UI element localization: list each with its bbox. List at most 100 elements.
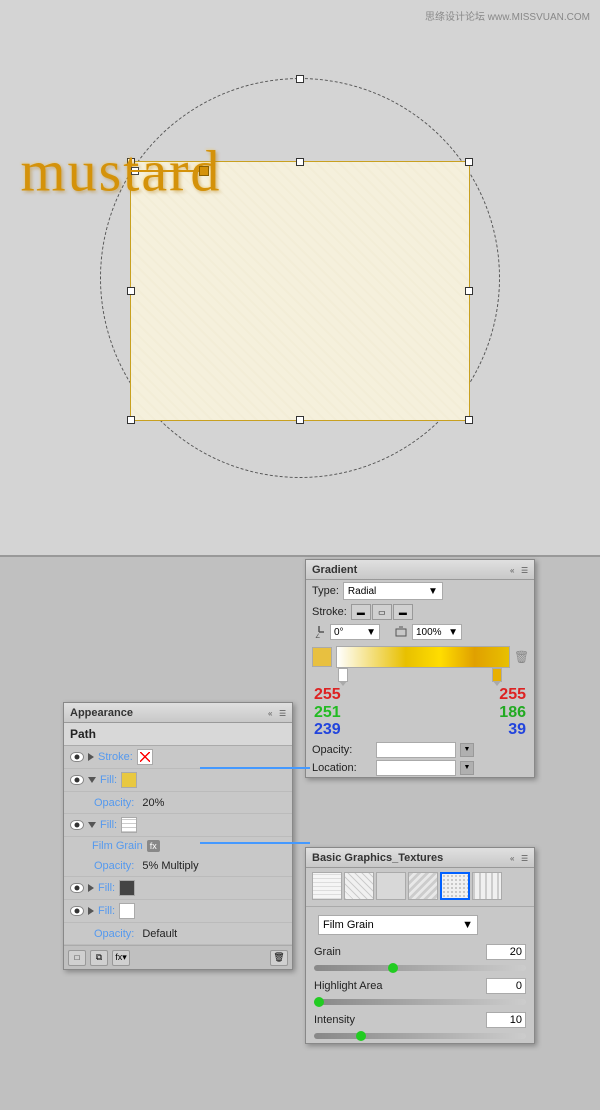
fill4-swatch[interactable] [119,903,135,919]
texture-thumb-3[interactable] [376,872,406,900]
intensity-slider-row[interactable] [306,1031,534,1043]
gradient-preview-bar[interactable] [336,646,510,668]
highlight-slider-row[interactable] [306,997,534,1009]
gradient-location-dd[interactable]: ▼ [460,761,474,775]
highlight-slider-track[interactable] [314,999,526,1005]
intensity-value[interactable]: 10 [486,1012,526,1028]
highlight-value[interactable]: 0 [486,978,526,994]
ext-handle[interactable] [199,166,209,176]
trash-icon[interactable]: 🗑 [514,650,528,664]
footer-duplicate-btn[interactable]: ⧉ [90,950,108,966]
gradient-swatch-small[interactable] [312,647,332,667]
gradient-angle-value: 0° [334,627,344,638]
grain-slider-thumb[interactable] [388,963,398,973]
textures-title: Basic Graphics_Textures [312,852,443,864]
appearance-fill4-row: Fill: [64,900,292,923]
filmgrain-dropdown[interactable]: Film Grain ▼ [318,915,478,935]
fill2-eye[interactable] [70,820,84,830]
gradient-scale-value: 100% [416,627,442,638]
gradient-scale-input[interactable]: 100% ▼ [412,624,462,640]
appearance-opacity3-row: Opacity: Default [64,923,292,945]
handle-top-center[interactable] [296,158,304,166]
fill4-arrow[interactable] [88,907,94,915]
gradient-right-rgb: 255 186 39 [499,686,526,739]
stroke-btn-3[interactable]: ▬ [393,604,413,620]
gradient-menu-btn[interactable]: ☰ [521,566,528,573]
opacity2-label: Opacity: [94,860,134,872]
gradient-angle-row: ∠ 0° ▼ 100% ▼ [306,622,534,642]
fill2-arrow[interactable] [88,822,96,828]
gradient-angle-input[interactable]: 0° ▼ [330,624,380,640]
gradient-opacity-row: Opacity: ▼ [306,741,534,759]
appearance-opacity1-row: Opacity: 20% [64,792,292,814]
texture-thumb-1[interactable] [312,872,342,900]
gradient-opacity-dd[interactable]: ▼ [460,743,474,757]
appearance-collapse-btn[interactable]: « [268,709,275,716]
fill1-label: Fill: [100,774,117,786]
stroke-swatch[interactable] [137,749,153,765]
handle-middle-right[interactable] [465,287,473,295]
fill2-swatch[interactable] [121,817,137,833]
grain-slider-track[interactable] [314,965,526,971]
texture-thumb-6[interactable] [472,872,502,900]
textures-menu-btn[interactable]: ☰ [521,854,528,861]
gradient-collapse-btn[interactable]: « [510,566,517,573]
gradient-stop-right[interactable] [492,668,502,682]
stroke-btn-2[interactable]: ▭ [372,604,392,620]
footer-new-layer-btn[interactable]: □ [68,950,86,966]
texture-thumb-4[interactable] [408,872,438,900]
footer-delete-btn[interactable]: 🗑 [270,950,288,966]
appearance-stroke-row: Stroke: [64,746,292,769]
grain-value[interactable]: 20 [486,944,526,960]
circle-handle-top[interactable] [296,75,304,83]
texture-thumbnails [306,868,534,904]
handle-top-right[interactable] [465,158,473,166]
texture-thumb-5[interactable] [440,872,470,900]
textures-collapse-btn[interactable]: « [510,854,517,861]
fill4-eye[interactable] [70,906,84,916]
gradient-stop-left[interactable] [338,668,348,682]
handle-bottom-center[interactable] [296,416,304,424]
gradient-stroke-label: Stroke: [312,606,347,618]
handle-middle-left[interactable] [127,287,135,295]
gradient-panel-controls: « ☰ [510,566,528,573]
textures-controls: « ☰ [510,854,528,861]
stroke-arrow[interactable] [88,753,94,761]
fill1-swatch[interactable] [121,772,137,788]
gradient-scale-dd: ▼ [448,627,458,638]
filmgrain-fx[interactable]: fx [147,840,160,852]
handle-bottom-left[interactable] [127,416,135,424]
gradient-type-select[interactable]: Radial ▼ [343,582,443,600]
handle-bottom-right[interactable] [465,416,473,424]
fill3-eye[interactable] [70,883,84,893]
highlight-slider-thumb[interactable] [314,997,324,1007]
appearance-menu-btn[interactable]: ☰ [279,709,286,716]
gradient-angle-dd: ▼ [366,627,376,638]
opacity3-value: Default [142,928,177,940]
intensity-slider-track[interactable] [314,1033,526,1039]
appearance-fill1-row: Fill: [64,769,292,792]
appearance-path-label: Path [70,727,96,741]
fill1-arrow[interactable] [88,777,96,783]
gradient-location-field[interactable] [376,760,456,776]
gradient-opacity-field[interactable] [376,742,456,758]
footer-fx-btn[interactable]: fx▾ [112,950,130,966]
fill3-swatch[interactable] [119,880,135,896]
gradient-rgb-row: 255 251 239 255 186 39 [306,684,534,741]
fill3-arrow[interactable] [88,884,94,892]
stroke-eye[interactable] [70,752,84,762]
gradient-g-right: 186 [499,704,526,722]
grain-slider-row[interactable] [306,963,534,975]
intensity-param-row: Intensity 10 [306,1009,534,1031]
stroke-label: Stroke: [98,751,133,763]
fill1-eye[interactable] [70,775,84,785]
rect-card[interactable]: mustard [130,161,470,421]
texture-thumb-2[interactable] [344,872,374,900]
gradient-r-right: 255 [499,686,526,704]
filmgrain-dropdown-arrow: ▼ [462,919,473,931]
stroke-btn-1[interactable]: ▬ [351,604,371,620]
appearance-titlebar: Appearance « ☰ [64,703,292,723]
gradient-preview-row: 🗑 [306,642,534,668]
intensity-slider-thumb[interactable] [356,1031,366,1041]
appearance-controls: « ☰ [268,709,286,716]
